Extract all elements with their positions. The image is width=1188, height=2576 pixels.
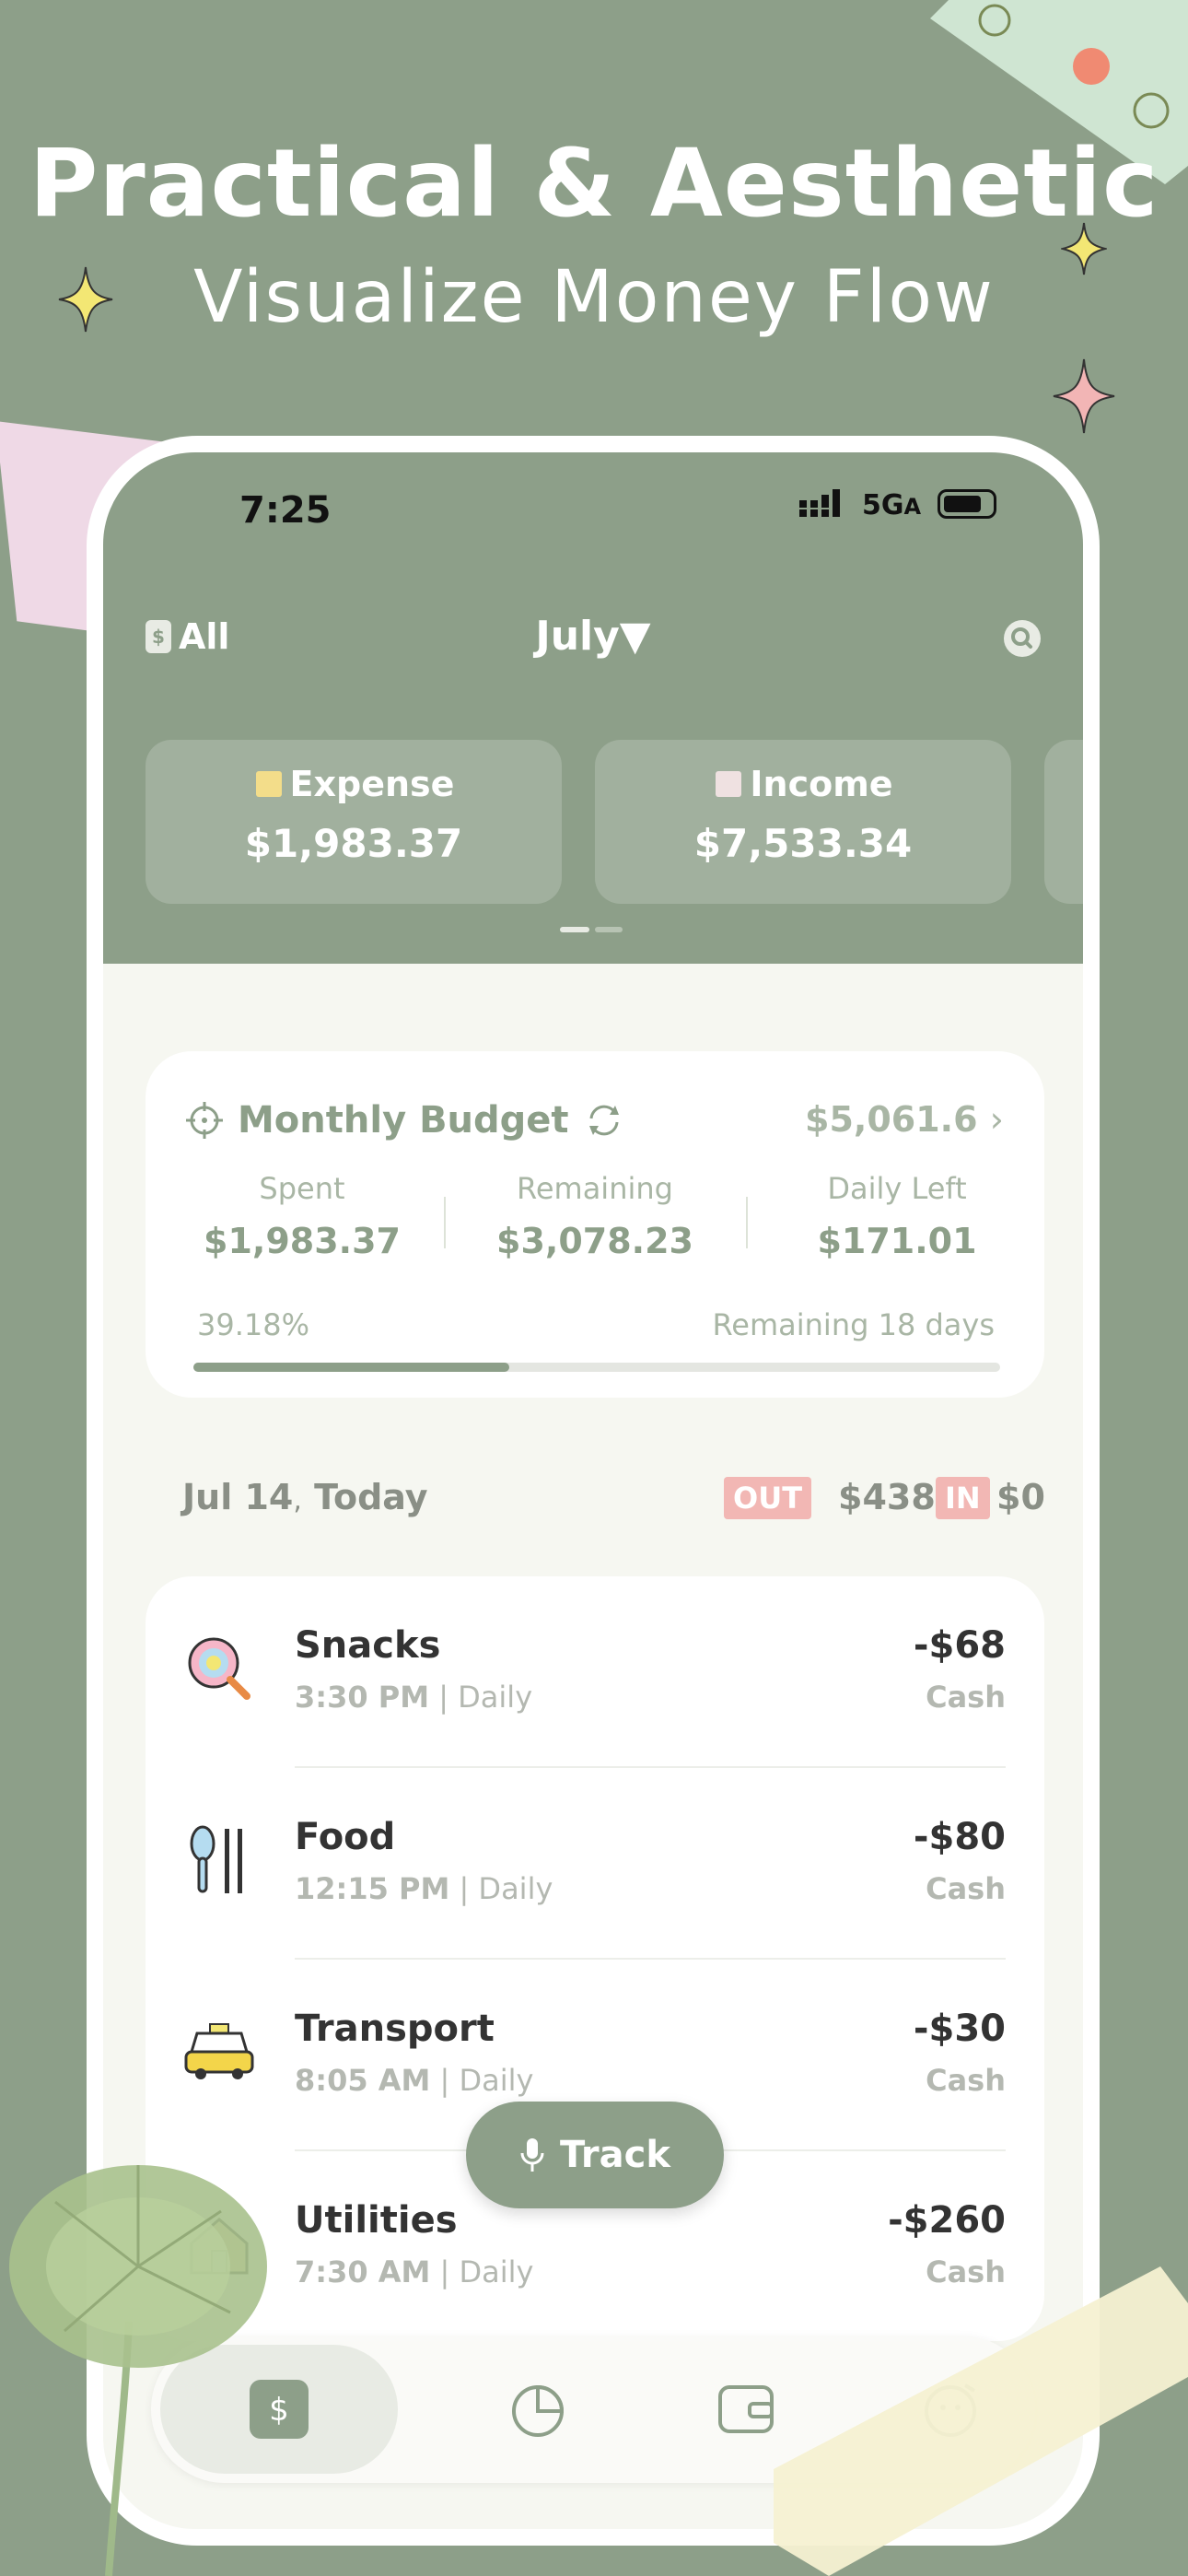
transaction-amount: -$260 (888, 2199, 1006, 2242)
next-card-peek[interactable] (1044, 740, 1083, 904)
remaining-label: Remaining (517, 1171, 673, 1206)
income-label: Income (750, 764, 893, 804)
target-icon (186, 1102, 223, 1139)
income-value: $7,533.34 (693, 821, 913, 866)
transaction-row[interactable]: Food 12:15 PM | Daily -$80 Cash (146, 1768, 1044, 1960)
lollipop-icon (188, 1637, 250, 1700)
budget-total-link[interactable]: $5,061.6 › (805, 1099, 1004, 1140)
in-tag: IN (936, 1477, 990, 1519)
daily-left-value: $171.01 (817, 1221, 977, 1261)
budget-header: Monthly Budget (184, 1099, 626, 1142)
transaction-meta: 8:05 AM | Daily (295, 2063, 534, 2098)
signal-icon (799, 489, 840, 517)
transaction-name: Utilities (295, 2199, 458, 2242)
daily-left-stat: Daily Left $171.01 (759, 1171, 1035, 1261)
note-pink-icon (716, 771, 742, 797)
carousel-dots (560, 927, 623, 932)
transaction-name: Transport (295, 2008, 495, 2050)
budget-progress-bar (193, 1363, 1000, 1372)
network-label: 5GA (862, 489, 922, 521)
out-amount: $438 (838, 1477, 936, 1517)
search-icon (1011, 627, 1032, 649)
transaction-row[interactable]: Snacks 3:30 PM | Daily -$68 Cash (146, 1576, 1044, 1768)
lotus-leaf-decoration (9, 2165, 267, 2576)
remaining-days: Remaining 18 days (712, 1307, 995, 1342)
status-time: 7:25 (239, 489, 332, 532)
spent-label: Spent (259, 1171, 345, 1206)
budget-total: $5,061.6 (805, 1099, 978, 1140)
budget-percent: 39.18% (197, 1307, 310, 1342)
divider (444, 1197, 446, 1248)
transaction-meta: 7:30 AM | Daily (295, 2254, 534, 2289)
track-button[interactable]: Track (466, 2102, 724, 2208)
transaction-amount: -$80 (913, 1816, 1006, 1858)
chevron-right-icon: › (989, 1099, 1004, 1140)
expense-value: $1,983.37 (244, 821, 463, 866)
remaining-value: $3,078.23 (496, 1221, 693, 1261)
refresh-icon[interactable] (582, 1100, 626, 1141)
month-selector[interactable]: July▼ (103, 613, 1083, 660)
transaction-amount: -$68 (913, 1624, 1006, 1667)
transaction-amount: -$30 (913, 2008, 1006, 2050)
daily-left-label: Daily Left (827, 1171, 967, 1206)
search-button[interactable] (1004, 620, 1041, 657)
wallet-icon[interactable] (716, 2380, 775, 2439)
day-summary-header: Jul 14, Today OUT $438 IN $0 (182, 1477, 1045, 1532)
payment-method: Cash (926, 1680, 1006, 1715)
out-tag: OUT (724, 1477, 812, 1519)
expense-label: Expense (289, 764, 455, 804)
payment-method: Cash (926, 2063, 1006, 2098)
expense-card[interactable]: Expense $1,983.37 (146, 740, 562, 904)
star-pink-icon (1053, 358, 1115, 434)
budget-title: Monthly Budget (238, 1099, 569, 1142)
hero-title: Practical & Aesthetic (29, 129, 1159, 239)
transaction-name: Snacks (295, 1624, 441, 1667)
day-label: Jul 14, Today (182, 1477, 428, 1517)
hero-subtitle: Visualize Money Flow (193, 256, 995, 339)
income-card[interactable]: Income $7,533.34 (595, 740, 1011, 904)
microphone-icon (520, 2138, 544, 2172)
transaction-meta: 12:15 PM | Daily (295, 1871, 553, 1906)
transaction-meta: 3:30 PM | Daily (295, 1680, 533, 1715)
header-panel: 7:25 5GA $ All July▼ Expense $1,983.37 I… (103, 452, 1083, 964)
taxi-icon (184, 2023, 254, 2079)
in-amount: $0 (996, 1477, 1045, 1517)
transaction-name: Food (295, 1816, 396, 1858)
budget-progress-fill (193, 1363, 510, 1372)
spent-value: $1,983.37 (204, 1221, 401, 1261)
monthly-budget-card[interactable]: Monthly Budget $5,061.6 › Spent $1,983.3… (146, 1051, 1044, 1398)
divider (746, 1197, 748, 1248)
remaining-stat: Remaining $3,078.23 (457, 1171, 733, 1261)
pie-chart-icon[interactable] (510, 2380, 569, 2439)
yellow-tape-decoration (774, 2266, 1188, 2576)
spent-stat: Spent $1,983.37 (164, 1171, 440, 1261)
note-yellow-icon (255, 771, 282, 797)
payment-method: Cash (926, 1871, 1006, 1906)
utensils-icon (190, 1825, 242, 1893)
track-label: Track (560, 2134, 670, 2176)
battery-icon (938, 489, 996, 519)
